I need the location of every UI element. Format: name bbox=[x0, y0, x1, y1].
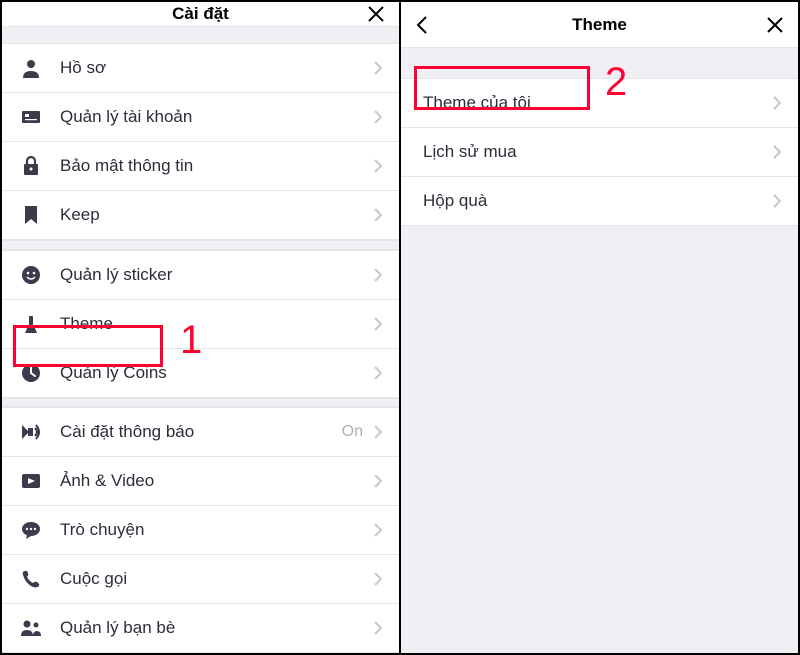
section-gap bbox=[2, 398, 399, 407]
chevron-right-icon bbox=[371, 621, 385, 635]
screenshot-container: Cài đặt Hồ sơ Quản lý tài khoản bbox=[0, 0, 800, 655]
profile-icon bbox=[20, 57, 42, 79]
annotation-number-2: 2 bbox=[605, 60, 627, 105]
row-call[interactable]: Cuộc gọi bbox=[2, 555, 399, 604]
lock-icon bbox=[20, 155, 42, 177]
row-sticker[interactable]: Quản lý sticker bbox=[2, 251, 399, 300]
chevron-right-icon bbox=[371, 208, 385, 222]
theme-icon bbox=[20, 313, 42, 335]
row-label: Keep bbox=[60, 205, 371, 225]
row-label: Trò chuyện bbox=[60, 520, 371, 540]
row-chat[interactable]: Trò chuyện bbox=[2, 506, 399, 555]
row-value: On bbox=[342, 423, 363, 441]
section-gap bbox=[2, 240, 399, 249]
keep-icon bbox=[20, 204, 42, 226]
row-label: Quản lý tài khoản bbox=[60, 107, 371, 127]
chevron-left-icon bbox=[416, 15, 428, 35]
close-button[interactable] bbox=[762, 12, 788, 38]
media-icon bbox=[20, 470, 42, 492]
friends-icon bbox=[20, 617, 42, 639]
row-label: Theme của tôi bbox=[419, 93, 770, 113]
row-label: Cài đặt thông báo bbox=[60, 422, 342, 442]
chevron-right-icon bbox=[770, 96, 784, 110]
settings-title: Cài đặt bbox=[172, 4, 229, 24]
sticker-icon bbox=[20, 264, 42, 286]
theme-pane: Theme Theme của tôi Lịch sử mua Hộp quà bbox=[401, 2, 798, 653]
close-icon bbox=[367, 5, 385, 23]
chevron-right-icon bbox=[770, 145, 784, 159]
chevron-right-icon bbox=[371, 366, 385, 380]
back-button[interactable] bbox=[409, 12, 435, 38]
row-label: Cuộc gọi bbox=[60, 569, 371, 589]
coins-icon bbox=[20, 362, 42, 384]
row-purchase-history[interactable]: Lịch sử mua bbox=[401, 128, 798, 177]
row-label: Lịch sử mua bbox=[419, 142, 770, 162]
row-account[interactable]: Quản lý tài khoản bbox=[2, 93, 399, 142]
chevron-right-icon bbox=[371, 61, 385, 75]
row-label: Theme bbox=[60, 314, 371, 334]
section-gap bbox=[401, 48, 798, 78]
notify-icon bbox=[20, 421, 42, 443]
account-icon bbox=[20, 106, 42, 128]
chevron-right-icon bbox=[371, 572, 385, 586]
row-label: Bảo mật thông tin bbox=[60, 156, 371, 176]
row-label: Hồ sơ bbox=[60, 58, 371, 78]
annotation-number-1: 1 bbox=[180, 318, 202, 363]
chevron-right-icon bbox=[371, 474, 385, 488]
row-label: Quản lý sticker bbox=[60, 265, 371, 285]
row-privacy[interactable]: Bảo mật thông tin bbox=[2, 142, 399, 191]
chevron-right-icon bbox=[371, 159, 385, 173]
row-media[interactable]: Ảnh & Video bbox=[2, 457, 399, 506]
settings-group: Hồ sơ Quản lý tài khoản Bảo mật thông ti bbox=[2, 43, 399, 240]
close-icon bbox=[766, 16, 784, 34]
settings-pane: Cài đặt Hồ sơ Quản lý tài khoản bbox=[2, 2, 401, 653]
row-gift-box[interactable]: Hộp quà bbox=[401, 177, 798, 226]
section-gap bbox=[2, 27, 399, 43]
chevron-right-icon bbox=[371, 523, 385, 537]
chevron-right-icon bbox=[371, 425, 385, 439]
row-label: Ảnh & Video bbox=[60, 471, 371, 491]
chat-icon bbox=[20, 519, 42, 541]
chevron-right-icon bbox=[371, 110, 385, 124]
theme-group: Theme của tôi Lịch sử mua Hộp quà bbox=[401, 78, 798, 226]
row-keep[interactable]: Keep bbox=[2, 191, 399, 240]
call-icon bbox=[20, 568, 42, 590]
chevron-right-icon bbox=[770, 194, 784, 208]
row-profile[interactable]: Hồ sơ bbox=[2, 44, 399, 93]
theme-title: Theme bbox=[572, 15, 627, 35]
row-label: Quản lý bạn bè bbox=[60, 618, 371, 638]
theme-header: Theme bbox=[401, 2, 798, 48]
chevron-right-icon bbox=[371, 317, 385, 331]
close-button[interactable] bbox=[363, 1, 389, 27]
settings-header: Cài đặt bbox=[2, 2, 399, 27]
row-notifications[interactable]: Cài đặt thông báo On bbox=[2, 408, 399, 457]
row-friends[interactable]: Quản lý bạn bè bbox=[2, 604, 399, 653]
settings-group: Cài đặt thông báo On Ảnh & Video bbox=[2, 407, 399, 653]
chevron-right-icon bbox=[371, 268, 385, 282]
row-my-theme[interactable]: Theme của tôi bbox=[401, 79, 798, 128]
row-label: Hộp quà bbox=[419, 191, 770, 211]
row-label: Quản lý Coins bbox=[60, 363, 371, 383]
